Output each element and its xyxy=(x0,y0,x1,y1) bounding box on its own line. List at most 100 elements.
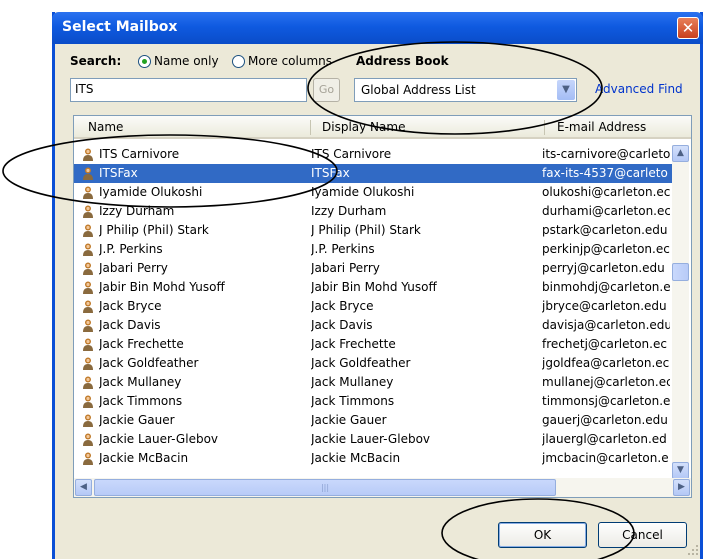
cell-name: Jackie Lauer-Glebov xyxy=(99,432,219,446)
cell-email: perkinjp@carleton.ec xyxy=(542,242,670,256)
cell-name: ITSFax xyxy=(99,166,138,180)
table-row[interactable]: Jack Timmons Jack Timmons timmonsj@carleto… xyxy=(74,392,672,411)
list-header: Name Display Name E-mail Address xyxy=(74,116,691,139)
cell-name: Jack Timmons xyxy=(99,394,183,408)
resize-grip-icon[interactable] xyxy=(687,544,699,556)
column-header-name[interactable]: Name xyxy=(88,120,123,134)
scroll-right-icon[interactable]: ▶ xyxy=(673,479,690,496)
go-button[interactable]: Go xyxy=(313,78,340,102)
cell-display-name: Jackie McBacin xyxy=(311,451,401,465)
cell-email: pstark@carleton.edu xyxy=(542,223,668,237)
close-icon: ✕ xyxy=(681,19,695,37)
cell-display-name: J.P. Perkins xyxy=(311,242,375,256)
advanced-find-link[interactable]: Advanced Find xyxy=(595,82,683,96)
table-row[interactable]: Jack Mullaney Jack Mullaney mullanej@carle… xyxy=(74,373,672,392)
dropdown-arrow-icon[interactable]: ▼ xyxy=(557,80,575,100)
title-bar[interactable]: Select Mailbox ✕ xyxy=(52,12,703,44)
cell-email: jmcbacin@carleton.e xyxy=(542,451,669,465)
search-input[interactable]: ITS xyxy=(70,78,307,102)
table-row[interactable]: Izzy Durham Izzy Durham durhami@carleton.e… xyxy=(74,202,672,221)
table-row[interactable]: Jackie Lauer-Glebov Jackie Lauer-Glebov jl… xyxy=(74,430,672,449)
cell-email: jbryce@carleton.edu xyxy=(542,299,667,313)
cell-email: its-carnivore@carleto xyxy=(542,147,670,161)
cell-name: Jack Frechette xyxy=(99,337,184,351)
table-row[interactable]: J.P. Perkins J.P. Perkins perkinjp@carleto… xyxy=(74,240,672,259)
column-header-email[interactable]: E-mail Address xyxy=(557,120,646,134)
cell-display-name: Jack Davis xyxy=(311,318,373,332)
column-divider[interactable] xyxy=(310,120,311,135)
cell-name: J.P. Perkins xyxy=(99,242,163,256)
cell-display-name: ITS Carnivore xyxy=(311,147,392,161)
horizontal-scrollbar[interactable]: ◀ ||| ▶ xyxy=(74,478,691,497)
name-only-radio[interactable] xyxy=(138,55,151,68)
address-book-select[interactable]: Global Address List ▼ xyxy=(354,78,577,102)
contact-icon xyxy=(83,186,93,199)
contact-icon xyxy=(83,148,93,161)
contact-icon xyxy=(83,205,93,218)
close-button[interactable]: ✕ xyxy=(677,17,699,39)
table-row[interactable]: J Philip (Phil) Stark J Philip (Phil) Sta… xyxy=(74,221,672,240)
more-columns-radio[interactable] xyxy=(232,55,245,68)
scroll-left-icon[interactable]: ◀ xyxy=(75,479,92,496)
cell-email: mullanej@carleton.ec xyxy=(542,375,670,389)
contact-icon xyxy=(83,262,93,275)
table-row[interactable]: Jack Frechette Jack Frechette frechetj@car… xyxy=(74,335,672,354)
cell-email: timmonsj@carleton.e xyxy=(542,394,670,408)
cell-name: Iyamide Olukoshi xyxy=(99,185,203,199)
cell-display-name: Jackie Lauer-Glebov xyxy=(311,432,431,446)
cell-email: olukoshi@carleton.ec xyxy=(542,185,670,199)
cell-display-name: Iyamide Olukoshi xyxy=(311,185,415,199)
table-row[interactable]: ITS Carnivore ITS Carnivore its-carnivore@… xyxy=(74,145,672,164)
table-row[interactable]: Jackie McBacin Jackie McBacin jmcbacin@car… xyxy=(74,449,672,468)
contact-icon xyxy=(83,319,93,332)
cell-display-name: Jack Frechette xyxy=(311,337,396,351)
contact-icon xyxy=(83,433,93,446)
contact-icon xyxy=(83,300,93,313)
contact-icon xyxy=(83,395,93,408)
cell-email: jgoldfea@carleton.ec xyxy=(542,356,670,370)
horizontal-scroll-thumb[interactable]: ||| xyxy=(94,479,556,496)
column-header-display-name[interactable]: Display Name xyxy=(322,120,405,134)
cell-name: Jack Davis xyxy=(99,318,161,332)
mailbox-list: Name Display Name E-mail Address ITS Car… xyxy=(73,115,692,498)
table-row[interactable]: Jack Bryce Jack Bryce jbryce@carleton.edu xyxy=(74,297,672,316)
table-row[interactable]: Jack Davis Jack Davis davisja@carleton.edu xyxy=(74,316,672,335)
cell-name: Izzy Durham xyxy=(99,204,175,218)
cell-name: Jabir Bin Mohd Yusoff xyxy=(99,280,225,294)
table-row[interactable]: Jackie Gauer Jackie Gauer gauerj@carleton.… xyxy=(74,411,672,430)
table-row[interactable]: Jabari Perry Jabari Perry perryj@carleton.… xyxy=(74,259,672,278)
contact-icon xyxy=(83,167,93,180)
vertical-scrollbar[interactable]: ▲ ▼ xyxy=(672,145,689,479)
contact-icon xyxy=(83,357,93,370)
contact-icon xyxy=(83,376,93,389)
table-row[interactable]: Jabir Bin Mohd Yusoff Jabir Bin Mohd Yuso… xyxy=(74,278,672,297)
ok-button[interactable]: OK xyxy=(498,522,587,548)
cancel-button[interactable]: Cancel xyxy=(598,522,687,548)
cell-name: Jabari Perry xyxy=(99,261,168,275)
cell-name: Jack Mullaney xyxy=(99,375,182,389)
vertical-scroll-thumb[interactable] xyxy=(672,263,689,281)
cell-name: Jackie McBacin xyxy=(99,451,189,465)
table-row[interactable]: ITSFax ITSFax fax-its-4537@carleto xyxy=(74,164,672,183)
cell-display-name: Jack Timmons xyxy=(311,394,395,408)
cell-email: fax-its-4537@carleto xyxy=(542,166,668,180)
cell-name: ITS Carnivore xyxy=(99,147,180,161)
contact-icon xyxy=(83,281,93,294)
more-columns-label[interactable]: More columns xyxy=(248,54,332,68)
table-row[interactable]: Iyamide Olukoshi Iyamide Olukoshi olukoshi… xyxy=(74,183,672,202)
scroll-up-icon[interactable]: ▲ xyxy=(672,145,689,162)
name-only-label[interactable]: Name only xyxy=(154,54,219,68)
cell-display-name: Jabir Bin Mohd Yusoff xyxy=(311,280,437,294)
cell-email: binmohdj@carleton.e xyxy=(542,280,670,294)
scroll-down-icon[interactable]: ▼ xyxy=(672,462,689,479)
dialog-title: Select Mailbox xyxy=(62,19,178,35)
cell-email: durhami@carleton.ec xyxy=(542,204,670,218)
contact-icon xyxy=(83,224,93,237)
contact-icon xyxy=(83,414,93,427)
cell-display-name: ITSFax xyxy=(311,166,350,180)
table-row[interactable]: Jack Goldfeather Jack Goldfeather jgoldfea… xyxy=(74,354,672,373)
column-divider[interactable] xyxy=(544,120,545,135)
cell-display-name: Jack Mullaney xyxy=(311,375,394,389)
cell-name: J Philip (Phil) Stark xyxy=(99,223,209,237)
cell-email: gauerj@carleton.edu xyxy=(542,413,668,427)
